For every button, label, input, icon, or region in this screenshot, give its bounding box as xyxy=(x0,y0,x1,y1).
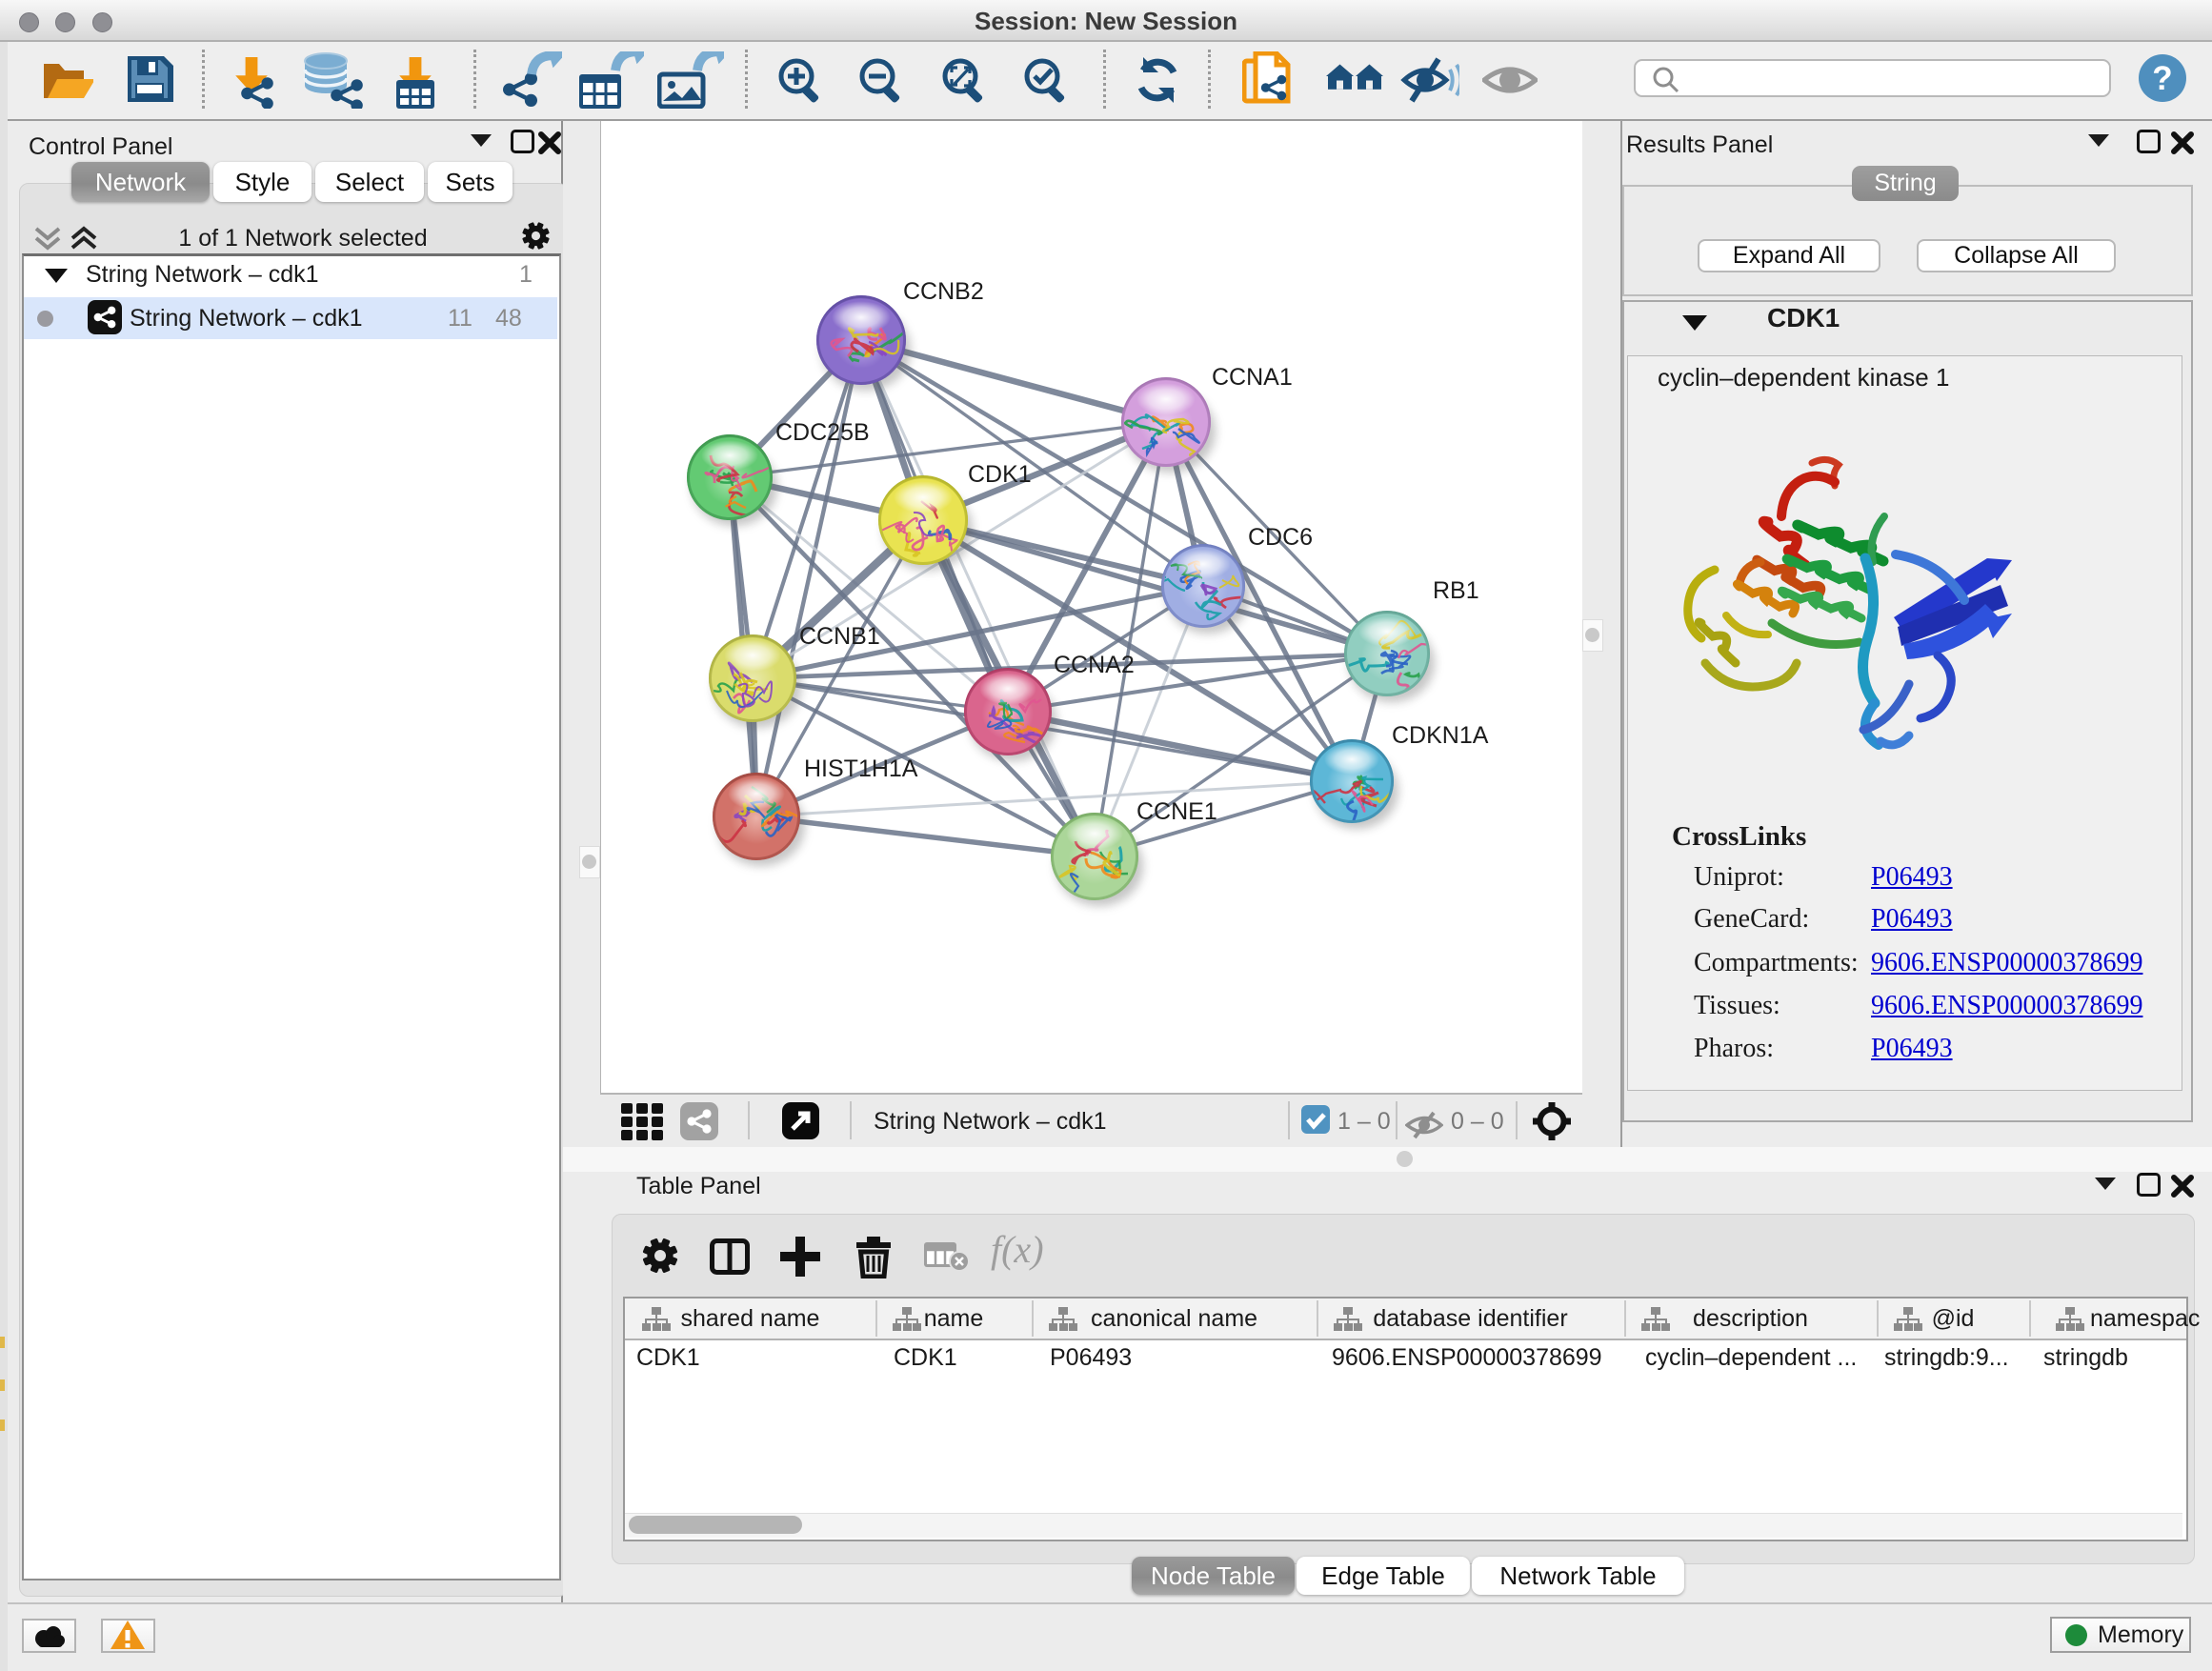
svg-text:CCNB2: CCNB2 xyxy=(903,278,984,305)
svg-text:CCNA1: CCNA1 xyxy=(1212,364,1293,391)
svg-text:?: ? xyxy=(2152,60,2172,97)
svg-text:CDC25B: CDC25B xyxy=(775,419,870,446)
svg-text:CDKN1A: CDKN1A xyxy=(1392,722,1489,749)
svg-text:CCNB1: CCNB1 xyxy=(799,623,880,650)
svg-text:CDK1: CDK1 xyxy=(968,461,1032,488)
svg-text:CCNA2: CCNA2 xyxy=(1054,652,1135,678)
svg-text:RB1: RB1 xyxy=(1433,577,1479,604)
svg-text:CCNE1: CCNE1 xyxy=(1136,798,1217,825)
svg-text:CDC6: CDC6 xyxy=(1248,524,1313,551)
svg-text:HIST1H1A: HIST1H1A xyxy=(804,755,918,782)
